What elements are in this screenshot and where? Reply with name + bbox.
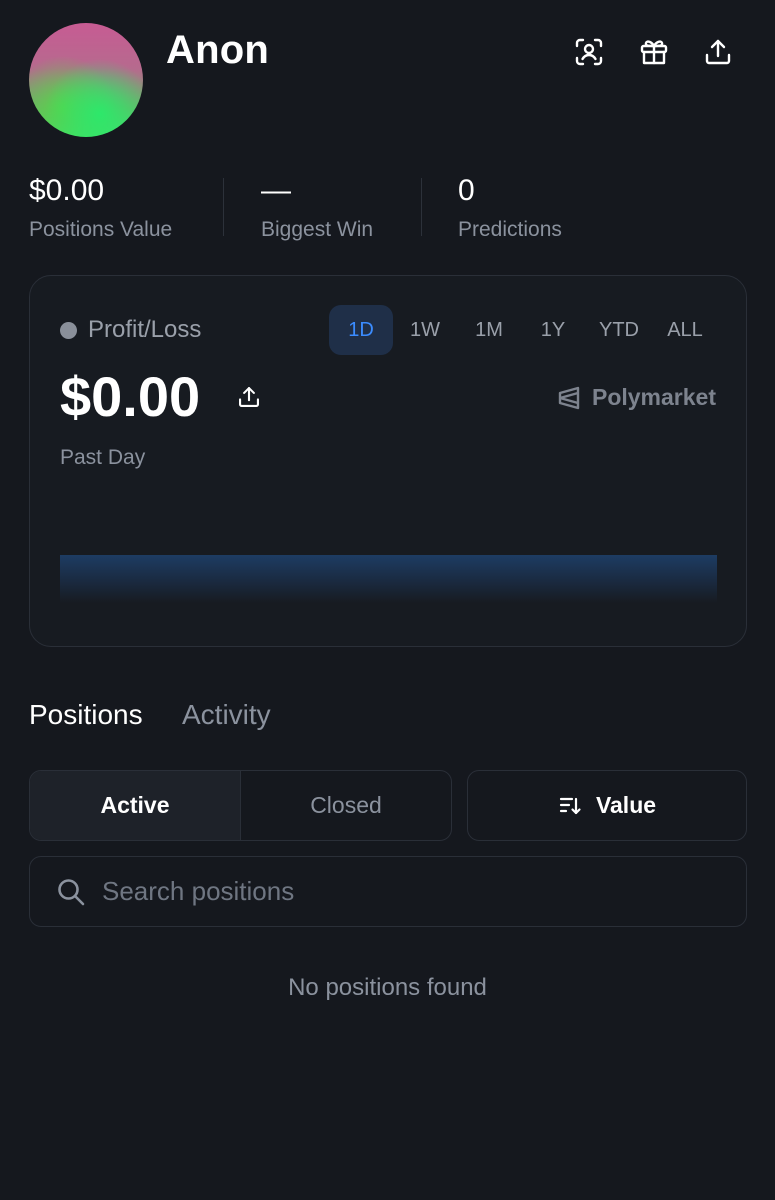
search-box [29,856,747,927]
search-input[interactable] [102,857,722,926]
tab-positions[interactable]: Positions [29,699,143,731]
range-1y[interactable]: 1Y [521,305,585,355]
gift-icon[interactable] [636,34,672,70]
stat-value: $0.00 [29,174,105,207]
range-selector: 1D 1W 1M 1Y YTD ALL [329,305,717,355]
stat-value: 0 [458,174,475,207]
stat-divider [223,178,224,236]
stat-biggest-win: — Biggest Win [261,174,373,242]
scan-face-icon[interactable] [571,34,607,70]
share-pnl-icon[interactable] [234,382,264,412]
username: Anon [166,28,269,72]
stat-positions-value: $0.00 Positions Value [29,174,172,242]
range-1m[interactable]: 1M [457,305,521,355]
pnl-chart-area [60,555,717,603]
search-icon [58,879,85,906]
tab-activity[interactable]: Activity [182,699,271,731]
filter-active-button[interactable]: Active [30,771,241,840]
empty-state-message: No positions found [288,974,487,1001]
range-1w[interactable]: 1W [393,305,457,355]
brand-name: Polymarket [591,384,716,410]
profit-loss-label: Profit/Loss [88,316,202,343]
range-1d[interactable]: 1D [329,305,393,355]
stat-divider [421,178,422,236]
avatar[interactable] [29,23,143,137]
profit-loss-card: Profit/Loss 1D 1W 1M 1Y YTD ALL $0.00 Po… [29,275,747,647]
profile-page: Anon $0.00 Positions Value — Biggest Win… [0,0,775,1200]
status-dot [60,322,77,339]
stat-label: Biggest Win [261,218,374,241]
period-label: Past Day [60,446,146,469]
brand-watermark: Polymarket [556,384,716,411]
range-all[interactable]: ALL [653,305,717,355]
sort-label: Value [595,792,657,818]
stat-value: — [261,174,291,207]
stat-predictions: 0 Predictions [458,174,562,242]
filter-closed-button[interactable]: Closed [241,771,451,840]
profit-loss-value: $0.00 [60,365,201,428]
stat-label: Predictions [458,218,562,241]
sort-icon [559,797,581,814]
polymarket-logo-icon [558,386,580,409]
status-segmented-control: Active Closed [29,770,452,841]
share-icon[interactable] [700,34,736,70]
stat-label: Positions Value [29,218,173,241]
range-ytd[interactable]: YTD [585,305,653,355]
sort-button[interactable]: Value [467,770,747,841]
